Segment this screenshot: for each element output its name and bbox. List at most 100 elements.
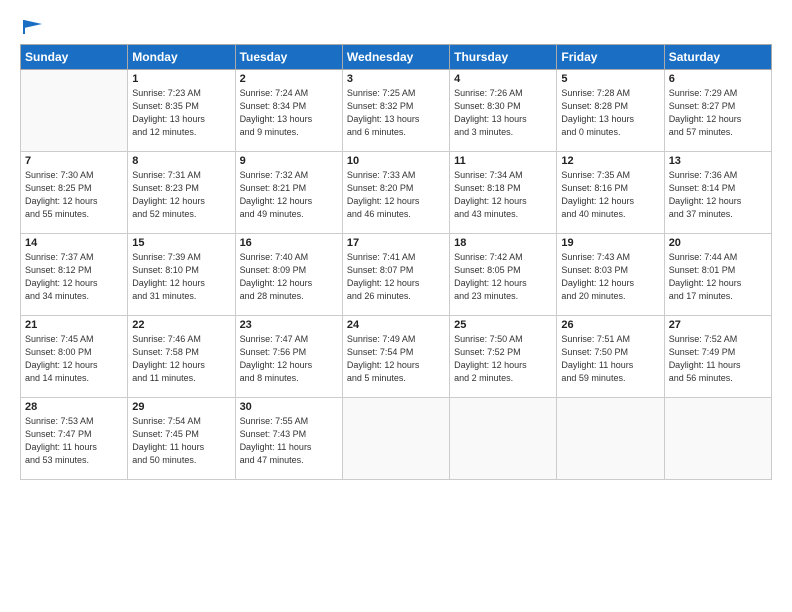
calendar-day-cell	[342, 398, 449, 480]
day-number: 12	[561, 155, 659, 167]
calendar-header-wednesday: Wednesday	[342, 45, 449, 70]
day-info: Sunrise: 7:39 AM Sunset: 8:10 PM Dayligh…	[132, 251, 230, 303]
day-number: 25	[454, 319, 552, 331]
calendar-day-cell: 25 Sunrise: 7:50 AM Sunset: 7:52 PM Dayli…	[450, 316, 557, 398]
calendar-header-sunday: Sunday	[21, 45, 128, 70]
day-info: Sunrise: 7:29 AM Sunset: 8:27 PM Dayligh…	[669, 87, 767, 139]
calendar-day-cell: 11 Sunrise: 7:34 AM Sunset: 8:18 PM Dayli…	[450, 152, 557, 234]
day-info: Sunrise: 7:41 AM Sunset: 8:07 PM Dayligh…	[347, 251, 445, 303]
calendar-day-cell: 14 Sunrise: 7:37 AM Sunset: 8:12 PM Dayli…	[21, 234, 128, 316]
day-number: 29	[132, 401, 230, 413]
calendar-header-thursday: Thursday	[450, 45, 557, 70]
calendar-day-cell: 28 Sunrise: 7:53 AM Sunset: 7:47 PM Dayli…	[21, 398, 128, 480]
calendar-header-tuesday: Tuesday	[235, 45, 342, 70]
day-info: Sunrise: 7:43 AM Sunset: 8:03 PM Dayligh…	[561, 251, 659, 303]
calendar-day-cell: 26 Sunrise: 7:51 AM Sunset: 7:50 PM Dayli…	[557, 316, 664, 398]
logo-flag-icon	[22, 18, 44, 36]
day-info: Sunrise: 7:44 AM Sunset: 8:01 PM Dayligh…	[669, 251, 767, 303]
day-info: Sunrise: 7:49 AM Sunset: 7:54 PM Dayligh…	[347, 333, 445, 385]
calendar-day-cell: 18Sunrise: 7:42 AM Sunset: 8:05 PM Dayli…	[450, 234, 557, 316]
logo	[20, 18, 44, 36]
day-info: Sunrise: 7:33 AM Sunset: 8:20 PM Dayligh…	[347, 169, 445, 221]
day-info: Sunrise: 7:28 AM Sunset: 8:28 PM Dayligh…	[561, 87, 659, 139]
calendar-week-row: 7 Sunrise: 7:30 AM Sunset: 8:25 PM Daylig…	[21, 152, 772, 234]
calendar-header-monday: Monday	[128, 45, 235, 70]
calendar-day-cell: 17 Sunrise: 7:41 AM Sunset: 8:07 PM Dayli…	[342, 234, 449, 316]
day-info: Sunrise: 7:36 AM Sunset: 8:14 PM Dayligh…	[669, 169, 767, 221]
calendar-week-row: 28 Sunrise: 7:53 AM Sunset: 7:47 PM Dayli…	[21, 398, 772, 480]
calendar-day-cell: 21 Sunrise: 7:45 AM Sunset: 8:00 PM Dayli…	[21, 316, 128, 398]
calendar-day-cell	[557, 398, 664, 480]
day-number: 11	[454, 155, 552, 167]
day-info: Sunrise: 7:30 AM Sunset: 8:25 PM Dayligh…	[25, 169, 123, 221]
calendar-day-cell: 8 Sunrise: 7:31 AM Sunset: 8:23 PM Daylig…	[128, 152, 235, 234]
day-number: 24	[347, 319, 445, 331]
calendar-day-cell: 4Sunrise: 7:26 AM Sunset: 8:30 PM Daylig…	[450, 70, 557, 152]
day-number: 13	[669, 155, 767, 167]
calendar-day-cell: 7 Sunrise: 7:30 AM Sunset: 8:25 PM Daylig…	[21, 152, 128, 234]
calendar-day-cell: 19 Sunrise: 7:43 AM Sunset: 8:03 PM Dayli…	[557, 234, 664, 316]
day-number: 19	[561, 237, 659, 249]
day-number: 26	[561, 319, 659, 331]
calendar-week-row: 14 Sunrise: 7:37 AM Sunset: 8:12 PM Dayli…	[21, 234, 772, 316]
day-info: Sunrise: 7:45 AM Sunset: 8:00 PM Dayligh…	[25, 333, 123, 385]
day-number: 14	[25, 237, 123, 249]
page: SundayMondayTuesdayWednesdayThursdayFrid…	[0, 0, 792, 612]
calendar-day-cell: 9 Sunrise: 7:32 AM Sunset: 8:21 PM Daylig…	[235, 152, 342, 234]
day-number: 6	[669, 73, 767, 85]
day-number: 27	[669, 319, 767, 331]
day-number: 1	[132, 73, 230, 85]
calendar-day-cell: 16 Sunrise: 7:40 AM Sunset: 8:09 PM Dayli…	[235, 234, 342, 316]
calendar-day-cell: 12 Sunrise: 7:35 AM Sunset: 8:16 PM Dayli…	[557, 152, 664, 234]
calendar-day-cell: 5Sunrise: 7:28 AM Sunset: 8:28 PM Daylig…	[557, 70, 664, 152]
calendar-day-cell: 24 Sunrise: 7:49 AM Sunset: 7:54 PM Dayli…	[342, 316, 449, 398]
day-info: Sunrise: 7:46 AM Sunset: 7:58 PM Dayligh…	[132, 333, 230, 385]
day-number: 17	[347, 237, 445, 249]
calendar-day-cell: 3Sunrise: 7:25 AM Sunset: 8:32 PM Daylig…	[342, 70, 449, 152]
day-info: Sunrise: 7:47 AM Sunset: 7:56 PM Dayligh…	[240, 333, 338, 385]
calendar-day-cell	[21, 70, 128, 152]
day-number: 8	[132, 155, 230, 167]
day-info: Sunrise: 7:23 AM Sunset: 8:35 PM Dayligh…	[132, 87, 230, 139]
day-info: Sunrise: 7:54 AM Sunset: 7:45 PM Dayligh…	[132, 415, 230, 467]
day-number: 22	[132, 319, 230, 331]
day-info: Sunrise: 7:40 AM Sunset: 8:09 PM Dayligh…	[240, 251, 338, 303]
calendar-day-cell: 10 Sunrise: 7:33 AM Sunset: 8:20 PM Dayli…	[342, 152, 449, 234]
day-info: Sunrise: 7:25 AM Sunset: 8:32 PM Dayligh…	[347, 87, 445, 139]
day-number: 20	[669, 237, 767, 249]
header	[20, 18, 772, 36]
day-info: Sunrise: 7:37 AM Sunset: 8:12 PM Dayligh…	[25, 251, 123, 303]
day-number: 7	[25, 155, 123, 167]
calendar-day-cell: 1 Sunrise: 7:23 AM Sunset: 8:35 PM Daylig…	[128, 70, 235, 152]
day-number: 10	[347, 155, 445, 167]
calendar-day-cell: 15 Sunrise: 7:39 AM Sunset: 8:10 PM Dayli…	[128, 234, 235, 316]
calendar-day-cell: 6 Sunrise: 7:29 AM Sunset: 8:27 PM Daylig…	[664, 70, 771, 152]
day-info: Sunrise: 7:24 AM Sunset: 8:34 PM Dayligh…	[240, 87, 338, 139]
day-number: 16	[240, 237, 338, 249]
day-info: Sunrise: 7:35 AM Sunset: 8:16 PM Dayligh…	[561, 169, 659, 221]
day-info: Sunrise: 7:31 AM Sunset: 8:23 PM Dayligh…	[132, 169, 230, 221]
day-number: 21	[25, 319, 123, 331]
day-number: 15	[132, 237, 230, 249]
calendar-day-cell: 13 Sunrise: 7:36 AM Sunset: 8:14 PM Dayli…	[664, 152, 771, 234]
calendar-day-cell	[450, 398, 557, 480]
calendar-day-cell: 22 Sunrise: 7:46 AM Sunset: 7:58 PM Dayli…	[128, 316, 235, 398]
day-info: Sunrise: 7:42 AM Sunset: 8:05 PM Dayligh…	[454, 251, 552, 303]
day-info: Sunrise: 7:50 AM Sunset: 7:52 PM Dayligh…	[454, 333, 552, 385]
calendar-day-cell: 2 Sunrise: 7:24 AM Sunset: 8:34 PM Daylig…	[235, 70, 342, 152]
day-number: 23	[240, 319, 338, 331]
day-number: 28	[25, 401, 123, 413]
day-info: Sunrise: 7:53 AM Sunset: 7:47 PM Dayligh…	[25, 415, 123, 467]
day-info: Sunrise: 7:34 AM Sunset: 8:18 PM Dayligh…	[454, 169, 552, 221]
calendar-table: SundayMondayTuesdayWednesdayThursdayFrid…	[20, 44, 772, 480]
day-info: Sunrise: 7:32 AM Sunset: 8:21 PM Dayligh…	[240, 169, 338, 221]
calendar-day-cell: 27 Sunrise: 7:52 AM Sunset: 7:49 PM Dayli…	[664, 316, 771, 398]
calendar-day-cell: 23 Sunrise: 7:47 AM Sunset: 7:56 PM Dayli…	[235, 316, 342, 398]
calendar-day-cell: 20 Sunrise: 7:44 AM Sunset: 8:01 PM Dayli…	[664, 234, 771, 316]
day-number: 2	[240, 73, 338, 85]
day-info: Sunrise: 7:51 AM Sunset: 7:50 PM Dayligh…	[561, 333, 659, 385]
day-number: 9	[240, 155, 338, 167]
calendar-day-cell: 30Sunrise: 7:55 AM Sunset: 7:43 PM Dayli…	[235, 398, 342, 480]
day-number: 4	[454, 73, 552, 85]
day-info: Sunrise: 7:52 AM Sunset: 7:49 PM Dayligh…	[669, 333, 767, 385]
